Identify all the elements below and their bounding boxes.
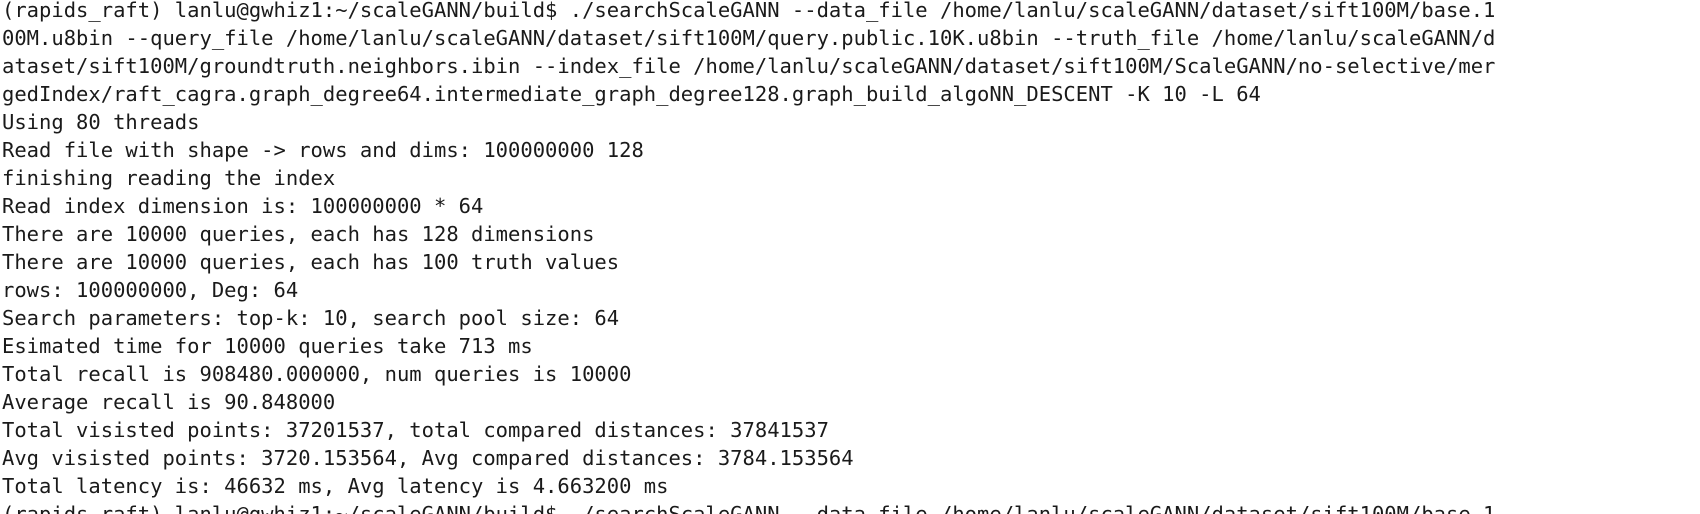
output-line: Read file with shape -> rows and dims: 1… [2, 138, 644, 162]
output-line: Read index dimension is: 100000000 * 64 [2, 194, 484, 218]
output-line: finishing reading the index [2, 166, 336, 190]
output-line: Total recall is 908480.000000, num queri… [2, 362, 632, 386]
command-line: gedIndex/raft_cagra.graph_degree64.inter… [2, 82, 1261, 106]
terminal-output: (rapids_raft) lanlu@gwhiz1:~/scaleGANN/b… [2, 0, 1495, 514]
output-line: Using 80 threads [2, 110, 200, 134]
output-line: Search parameters: top-k: 10, search poo… [2, 306, 620, 330]
output-line: Total visisted points: 37201537, total c… [2, 418, 829, 442]
command-line: ataset/sift100M/groundtruth.neighbors.ib… [2, 54, 1496, 78]
output-line: Esimated time for 10000 queries take 713… [2, 334, 533, 358]
output-line: There are 10000 queries, each has 128 di… [2, 222, 595, 246]
output-line: rows: 100000000, Deg: 64 [2, 278, 299, 302]
prompt-line[interactable]: (rapids_raft) lanlu@gwhiz1:~/scaleGANN/b… [2, 500, 1495, 514]
command-line: (rapids_raft) lanlu@gwhiz1:~/scaleGANN/b… [2, 0, 1496, 22]
command-line: 00M.u8bin --query_file /home/lanlu/scale… [2, 26, 1496, 50]
output-line: Avg visisted points: 3720.153564, Avg co… [2, 446, 854, 470]
output-line: Average recall is 90.848000 [2, 390, 336, 414]
output-line: There are 10000 queries, each has 100 tr… [2, 250, 620, 274]
output-line: Total latency is: 46632 ms, Avg latency … [2, 474, 669, 498]
terminal-window[interactable]: (rapids_raft) lanlu@gwhiz1:~/scaleGANN/b… [0, 0, 1700, 514]
